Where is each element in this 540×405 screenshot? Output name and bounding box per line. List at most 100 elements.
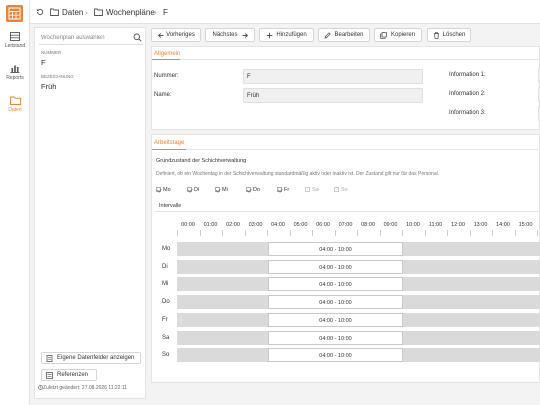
nav-item-reports[interactable]: Reports [0,64,30,81]
delete-button[interactable]: Löschen [427,28,471,42]
checkbox-box[interactable] [246,187,251,192]
weekday-checkbox-so[interactable]: So [334,187,348,193]
hour-tick [244,230,246,236]
dashboard-icon [10,32,20,41]
next-button[interactable]: Nächstes [205,28,255,42]
workdays-title[interactable]: Arbeitstage [154,140,184,146]
app-logo-icon[interactable] [6,5,23,22]
interval-bar[interactable]: 04:00 - 10:00 [268,277,403,292]
checkbox-box[interactable] [334,187,339,192]
hour-label: 14:00 [496,222,510,228]
name-field-label: Name: [154,92,172,98]
hour-tick [199,230,201,236]
search-input[interactable] [41,33,127,43]
divider [155,211,540,212]
day-row-label: Do [162,299,170,306]
interval-bar[interactable]: 04:00 - 10:00 [268,242,403,256]
checkbox-box[interactable] [305,187,310,192]
name-field[interactable]: Früh [243,88,423,103]
breadcrumb-item-wochenplaene[interactable]: Wochenpläne [106,8,155,17]
hour-label: 03:00 [248,222,263,228]
hour-tick [492,230,493,236]
weekday-label: Mi [222,187,228,193]
breadcrumb-item-current: F [163,8,168,17]
hour-label: 08:00 [361,222,375,228]
checkbox-box[interactable] [187,187,192,192]
breadcrumb-item-daten[interactable]: Daten [62,8,83,17]
checkbox-box[interactable] [156,187,161,192]
shift-state-title: Grundzustand der Schichtverwaltung [156,158,247,164]
folder-icon [94,8,103,16]
record-list-panel: NUMMER F BEZEICHNUNG Früh Eigene Datenfe… [34,27,146,399]
folder-icon [50,8,59,16]
calendar-grid-icon [8,7,21,20]
hour-tick [379,230,381,236]
history-icon[interactable] [36,8,44,16]
interval-bar[interactable]: 04:00 - 10:00 [268,295,403,310]
next-label: Nächstes [212,32,238,38]
plus-icon [266,32,273,39]
references-button[interactable]: Referenzen [41,369,97,381]
name-label: BEZEICHNUNG [41,74,74,79]
hour-tick [177,230,178,236]
weekday-checkbox-di[interactable]: Di [187,187,199,193]
hour-tick [537,230,538,236]
nav-item-label: Reports [6,75,24,81]
custom-fields-button[interactable]: Eigene Datenfelder anzeigen [41,352,141,364]
folder-icon [9,96,21,105]
edit-button[interactable]: Bearbeiten [318,28,370,42]
weekday-checkbox-fr[interactable]: Fr [277,187,289,193]
interval-bar[interactable]: 04:00 - 10:00 [268,312,403,327]
previous-button[interactable]: Vorheriges [151,28,201,42]
number-field[interactable]: F [243,69,423,84]
weekday-label: Sa [312,187,319,193]
checkbox-box[interactable] [277,187,282,192]
number-value[interactable]: F [41,58,46,67]
trash-icon [434,32,439,39]
nav-item-daten[interactable]: Daten [0,96,30,113]
hour-label: 13:00 [473,222,488,228]
hour-tick [402,230,403,236]
info3-label: Information 3: [449,110,486,116]
hour-tick [424,230,426,236]
breadcrumb-separator: › [154,8,157,17]
nav-item-label: Leitstand [4,43,26,49]
general-title[interactable]: Allgemein [154,51,180,57]
hour-label: 10:00 [406,222,420,228]
weekday-checkbox-mo[interactable]: Mo [156,187,171,193]
weekday-label: Mo [163,187,171,193]
intervals-title: Intervalle [159,203,182,209]
interval-bar[interactable]: 04:00 - 10:00 [268,330,403,345]
breadcrumb-separator: › [85,8,88,17]
number-label: NUMMER [41,50,62,55]
interval-bar[interactable]: 04:00 - 10:00 [268,348,403,363]
name-value[interactable]: Früh [41,82,56,91]
weekday-checkbox-sa[interactable]: Sa [305,187,319,193]
interval-bar[interactable]: 04:00 - 10:00 [268,259,403,274]
weekday-checkbox-mi[interactable]: Mi [215,187,228,193]
hour-tick [469,230,471,236]
nav-item-leitstand[interactable]: Leitstand [0,32,30,49]
checkbox-box[interactable] [215,187,220,192]
hour-tick [222,230,223,236]
history-icon [38,385,43,390]
hour-label: 02:00 [226,222,240,228]
hour-tick [357,230,358,236]
hour-tick [289,230,291,236]
weekday-checkbox-do[interactable]: Do [246,187,260,193]
last-changed-text: Zuletzt geändert: 27.08.2026 11:22:11 [43,385,128,391]
document-icon [46,355,53,362]
tab-indicator [152,149,186,150]
search-icon[interactable] [133,33,142,42]
info1-label: Information 1: [449,72,486,78]
general-card: Allgemein Nummer: F Name: Früh Informati… [151,46,540,130]
day-row-label: Mi [162,281,169,288]
copy-icon [380,32,387,39]
custom-fields-label: Eigene Datenfelder anzeigen [57,355,135,361]
last-changed: Zuletzt geändert: 27.08.2026 11:22:11 [38,385,128,391]
add-button[interactable]: Hinzufügen [259,28,314,42]
hour-label: 07:00 [338,222,353,228]
pencil-icon [324,32,331,39]
copy-button[interactable]: Kopieren [374,28,422,42]
nav-rail: Leitstand Reports Daten [0,0,30,405]
